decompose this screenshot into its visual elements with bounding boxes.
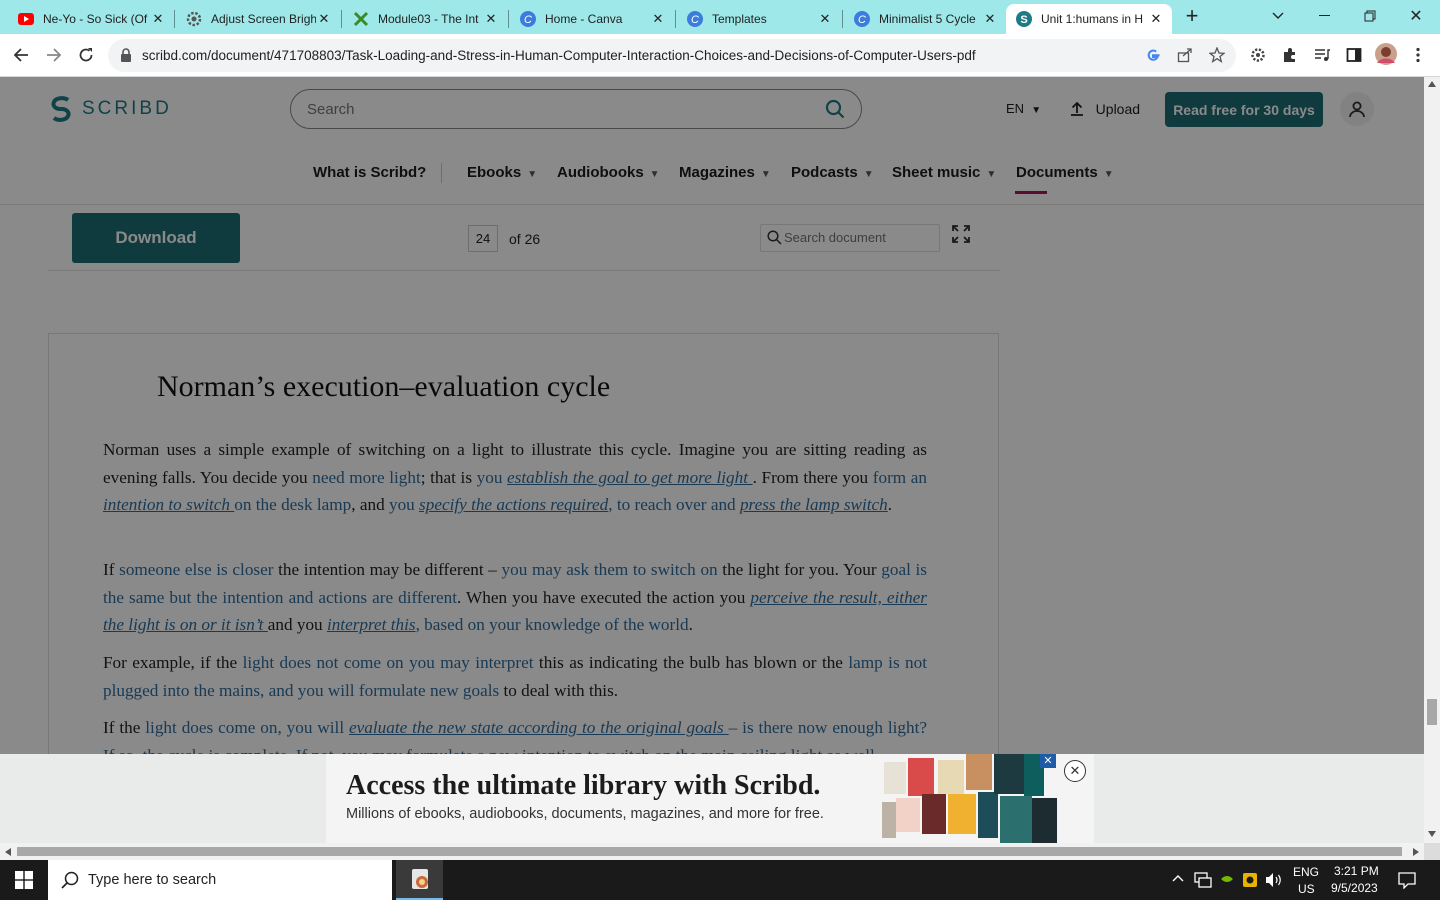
- scribd-icon: S: [1016, 11, 1032, 27]
- close-icon[interactable]: ✕: [1040, 754, 1056, 768]
- gear-icon: [186, 11, 202, 27]
- tab-title: Ne-Yo - So Sick (Of: [43, 12, 148, 26]
- browser-tab[interactable]: Ne-Yo - So Sick (Of ✕: [8, 4, 174, 34]
- scribd-page: SCRIBD EN ▼ Upload Read free for 30 days…: [0, 77, 1424, 843]
- notifications-icon[interactable]: [1398, 871, 1416, 892]
- volume-icon[interactable]: [1265, 872, 1283, 891]
- browser-tab[interactable]: Adjust Screen Brigh ✕: [176, 4, 340, 34]
- network-icon[interactable]: [1194, 872, 1212, 891]
- canva-icon: C: [687, 11, 703, 27]
- taskbar-app-chrome[interactable]: [396, 860, 443, 900]
- forward-button[interactable]: [40, 41, 68, 69]
- tab-search-chevron-icon[interactable]: [1255, 0, 1301, 32]
- taskbar-search-placeholder: Type here to search: [88, 872, 217, 888]
- browser-tab[interactable]: C Home - Canva ✕: [510, 4, 674, 34]
- chrome-menu-icon[interactable]: [1409, 46, 1427, 64]
- close-icon[interactable]: ✕: [483, 11, 499, 27]
- clock-time[interactable]: 3:21 PM: [1334, 864, 1379, 878]
- lock-icon[interactable]: [120, 48, 132, 67]
- canva-icon: C: [854, 11, 870, 27]
- browser-tab[interactable]: C Minimalist 5 Cycle ✕: [844, 4, 1006, 34]
- address-bar[interactable]: scribd.com/document/471708803/Task-Loadi…: [108, 39, 1236, 72]
- profile-avatar[interactable]: [1374, 42, 1398, 66]
- tab-title: Unit 1:humans in H: [1041, 12, 1144, 26]
- nvidia-icon[interactable]: [1220, 873, 1234, 888]
- input-language-top[interactable]: ENG: [1293, 865, 1319, 879]
- windows-taskbar: Type here to search ENG US 3:21 PM 9/5/2…: [0, 860, 1440, 900]
- show-hidden-icons-chevron-icon[interactable]: [1172, 871, 1184, 885]
- extensions-puzzle-icon[interactable]: [1281, 46, 1299, 64]
- banner-title: Access the ultimate library with Scribd.: [346, 770, 821, 801]
- close-icon[interactable]: ✕: [1148, 11, 1164, 27]
- vertical-scrollbar[interactable]: [1424, 77, 1440, 843]
- horizontal-scroll-thumb[interactable]: [17, 847, 1402, 856]
- banner-close-button[interactable]: ✕: [1064, 760, 1086, 782]
- back-button[interactable]: [7, 41, 35, 69]
- bookmark-star-icon[interactable]: [1208, 46, 1226, 64]
- reload-button[interactable]: [72, 41, 100, 69]
- browser-toolbar: scribd.com/document/471708803/Task-Loadi…: [0, 34, 1440, 77]
- taskbar-search[interactable]: Type here to search: [48, 860, 392, 900]
- close-icon[interactable]: ✕: [817, 11, 833, 27]
- page-dim-overlay[interactable]: [0, 77, 1424, 843]
- browser-tab[interactable]: Module03 - The Int ✕: [343, 4, 507, 34]
- close-window-button[interactable]: ✕: [1393, 0, 1439, 32]
- url-text[interactable]: scribd.com/document/471708803/Task-Loadi…: [142, 48, 976, 63]
- book-covers-image: ✕: [882, 754, 1057, 843]
- module-icon: [353, 11, 369, 27]
- close-icon[interactable]: ✕: [982, 11, 998, 27]
- google-icon[interactable]: [1144, 46, 1162, 64]
- minimize-button[interactable]: [1301, 0, 1347, 32]
- canva-icon: C: [520, 11, 536, 27]
- browser-tab-active[interactable]: S Unit 1:humans in H ✕: [1006, 4, 1172, 34]
- svg-text:C: C: [858, 14, 866, 26]
- tab-title: Adjust Screen Brigh: [211, 12, 316, 26]
- clock-date[interactable]: 9/5/2023: [1331, 881, 1378, 895]
- app-tray-icon[interactable]: [1242, 872, 1258, 891]
- tab-title: Module03 - The Int: [378, 12, 479, 26]
- svg-text:C: C: [524, 14, 532, 26]
- extension-settings-icon[interactable]: [1249, 46, 1267, 64]
- windows-start-icon[interactable]: [0, 860, 48, 900]
- svg-text:C: C: [691, 14, 699, 26]
- close-icon[interactable]: ✕: [316, 11, 332, 27]
- vertical-scroll-thumb[interactable]: [1427, 699, 1437, 725]
- share-icon[interactable]: [1176, 46, 1194, 64]
- search-icon: [61, 871, 79, 894]
- tab-title: Home - Canva: [545, 12, 623, 26]
- browser-tab-strip: Ne-Yo - So Sick (Of ✕ Adjust Screen Brig…: [0, 0, 1440, 34]
- close-icon[interactable]: ✕: [150, 11, 166, 27]
- close-icon[interactable]: ✕: [650, 11, 666, 27]
- tab-title: Templates: [712, 12, 767, 26]
- media-control-icon[interactable]: [1313, 46, 1331, 64]
- tab-title: Minimalist 5 Cycle: [879, 12, 976, 26]
- side-panel-icon[interactable]: [1345, 46, 1363, 64]
- new-tab-button[interactable]: +: [1170, 0, 1214, 32]
- scrollbar-corner: [1424, 843, 1440, 860]
- browser-tab[interactable]: C Templates ✕: [677, 4, 841, 34]
- youtube-icon: [18, 11, 34, 27]
- restore-button[interactable]: [1347, 0, 1393, 32]
- input-language-bottom[interactable]: US: [1298, 882, 1315, 896]
- svg-text:S: S: [1020, 14, 1027, 26]
- banner-subtitle: Millions of ebooks, audiobooks, document…: [346, 806, 824, 822]
